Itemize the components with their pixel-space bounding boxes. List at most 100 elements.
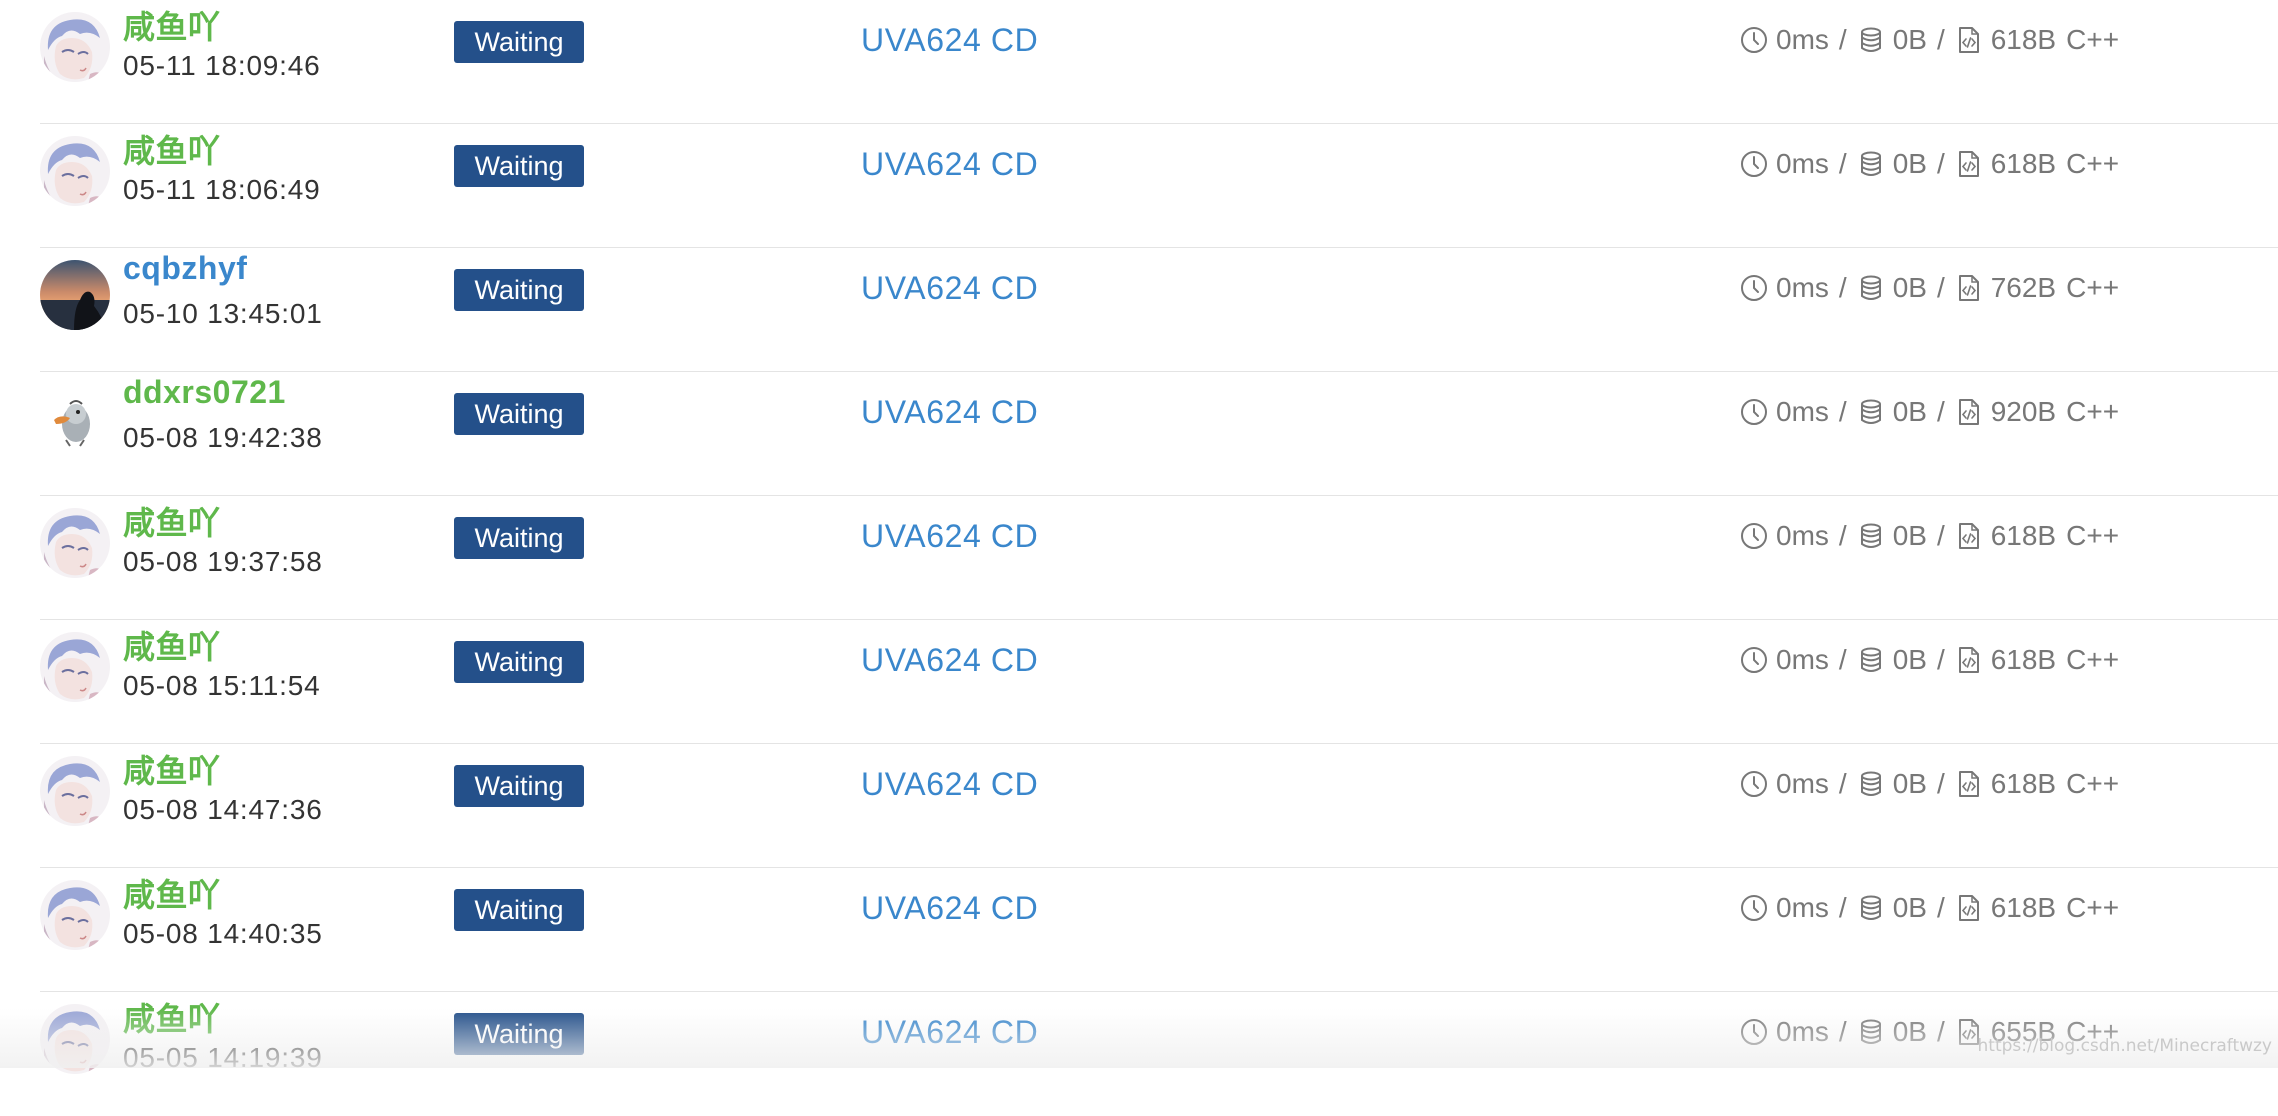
code-file-icon [1955, 274, 1983, 302]
language-value: C++ [2066, 520, 2119, 552]
status-badge[interactable]: Waiting [454, 765, 584, 807]
submission-row: 咸鱼吖05-11 18:06:49 Waiting UVA624 CD 0ms / 0B /… [40, 124, 2278, 248]
username-link[interactable]: 咸鱼吖 [123, 126, 221, 172]
username-link[interactable]: 咸鱼吖 [123, 994, 221, 1040]
database-icon [1857, 646, 1885, 674]
separator: / [1839, 892, 1847, 924]
problem-link[interactable]: UVA624 CD [861, 270, 1038, 307]
memory-value: 0B [1893, 24, 1927, 56]
separator: / [1839, 148, 1847, 180]
avatar[interactable] [40, 756, 110, 826]
submit-time: 05-08 15:11:54 [123, 670, 321, 702]
language-value: C++ [2066, 892, 2119, 924]
submission-stats: 0ms/0B/618BC++ [1740, 24, 2119, 56]
avatar[interactable] [40, 260, 110, 330]
language-value: C++ [2066, 644, 2119, 676]
avatar[interactable] [40, 12, 110, 82]
clock-icon [1740, 894, 1768, 922]
code-file-icon [1955, 894, 1983, 922]
submit-time: 05-11 18:06:49 [123, 174, 321, 206]
code-size-value: 618B [1991, 644, 2056, 676]
memory-value: 0B [1893, 1016, 1927, 1048]
code-file-icon [1955, 26, 1983, 54]
submission-row: 咸鱼吖05-11 18:09:46 Waiting UVA624 CD 0ms/0B/… [40, 0, 2278, 124]
submit-time: 05-08 14:40:35 [123, 918, 323, 950]
username-link[interactable]: 咸鱼吖 [123, 622, 221, 668]
submit-time: 05-05 14:19:39 [123, 1042, 323, 1074]
status-badge[interactable]: Waiting [454, 145, 584, 187]
submission-stats: 0ms/0B/618BC++ [1740, 644, 2119, 676]
separator: / [1937, 1016, 1945, 1048]
status-badge[interactable]: Waiting [454, 21, 584, 63]
memory-value: 0B [1893, 272, 1927, 304]
problem-link[interactable]: UVA624 CD [861, 22, 1038, 59]
database-icon [1857, 26, 1885, 54]
clock-icon [1740, 398, 1768, 426]
language-value: C++ [2066, 396, 2119, 428]
runtime-value: 0ms [1776, 892, 1829, 924]
avatar[interactable] [40, 136, 110, 206]
status-badge[interactable]: Waiting [454, 517, 584, 559]
submission-stats: 0ms/0B/920BC++ [1740, 396, 2119, 428]
username-link[interactable]: 咸鱼吖 [123, 870, 221, 916]
code-file-icon [1955, 646, 1983, 674]
separator: / [1937, 396, 1945, 428]
runtime-value: 0ms [1776, 520, 1829, 552]
problem-link[interactable]: UVA624 CD [861, 642, 1038, 679]
submit-time: 05-08 19:37:58 [123, 546, 323, 578]
separator: / [1839, 272, 1847, 304]
code-size-value: 618B [1991, 768, 2056, 800]
problem-link[interactable]: UVA624 CD [861, 766, 1038, 803]
submission-row: 咸鱼吖05-08 14:40:35WaitingUVA624 CD0ms/0B/… [40, 868, 2278, 992]
submission-stats: 0ms/0B/762BC++ [1740, 272, 2119, 304]
problem-link[interactable]: UVA624 CD [861, 1014, 1038, 1051]
username-link[interactable]: 咸鱼吖 [123, 498, 221, 544]
separator: / [1937, 148, 1945, 180]
avatar[interactable] [40, 880, 110, 950]
problem-link[interactable]: UVA624 CD [861, 146, 1038, 183]
clock-icon [1740, 274, 1768, 302]
code-file-icon [1955, 150, 1983, 178]
database-icon [1857, 150, 1885, 178]
database-icon [1857, 522, 1885, 550]
status-badge[interactable]: Waiting [454, 889, 584, 931]
separator: / [1839, 520, 1847, 552]
database-icon [1857, 398, 1885, 426]
separator: / [1937, 520, 1945, 552]
runtime-value: 0ms [1776, 396, 1829, 428]
username-link[interactable]: ddxrs0721 [123, 374, 286, 411]
submission-row: 咸鱼吖05-08 14:47:36WaitingUVA624 CD0ms/0B/… [40, 744, 2278, 868]
runtime-value: 0ms [1776, 1016, 1829, 1048]
status-badge[interactable]: Waiting [454, 269, 584, 311]
memory-value: 0B [1893, 148, 1927, 180]
clock-icon [1740, 770, 1768, 798]
runtime-value: 0ms [1776, 768, 1829, 800]
runtime-value: 0ms [1776, 24, 1829, 56]
separator: / [1937, 272, 1945, 304]
username-link[interactable]: cqbzhyf [123, 250, 247, 287]
status-badge[interactable]: Waiting [454, 1013, 584, 1055]
separator: / [1839, 768, 1847, 800]
username-link[interactable]: 咸鱼吖 [123, 746, 221, 792]
runtime-value: 0ms [1776, 148, 1829, 180]
separator: / [1937, 892, 1945, 924]
database-icon [1857, 894, 1885, 922]
avatar[interactable] [40, 632, 110, 702]
language-value: C++ [2066, 768, 2119, 800]
memory-value: 0B [1893, 644, 1927, 676]
submit-time: 05-11 18:09:46 [123, 50, 321, 82]
avatar[interactable] [40, 384, 110, 454]
problem-link[interactable]: UVA624 CD [861, 518, 1038, 555]
code-size-value: 618B [1991, 148, 2056, 180]
avatar[interactable] [40, 1004, 110, 1074]
watermark: https://blog.csdn.net/Minecraftwzy [1978, 1036, 2272, 1056]
database-icon [1857, 1018, 1885, 1046]
avatar[interactable] [40, 508, 110, 578]
username-link[interactable]: 咸鱼吖 [123, 2, 221, 48]
submission-stats: 0ms/0B/618BC++ [1740, 148, 2119, 180]
problem-link[interactable]: UVA624 CD [861, 394, 1038, 431]
clock-icon [1740, 646, 1768, 674]
status-badge[interactable]: Waiting [454, 393, 584, 435]
problem-link[interactable]: UVA624 CD [861, 890, 1038, 927]
status-badge[interactable]: Waiting [454, 641, 584, 683]
